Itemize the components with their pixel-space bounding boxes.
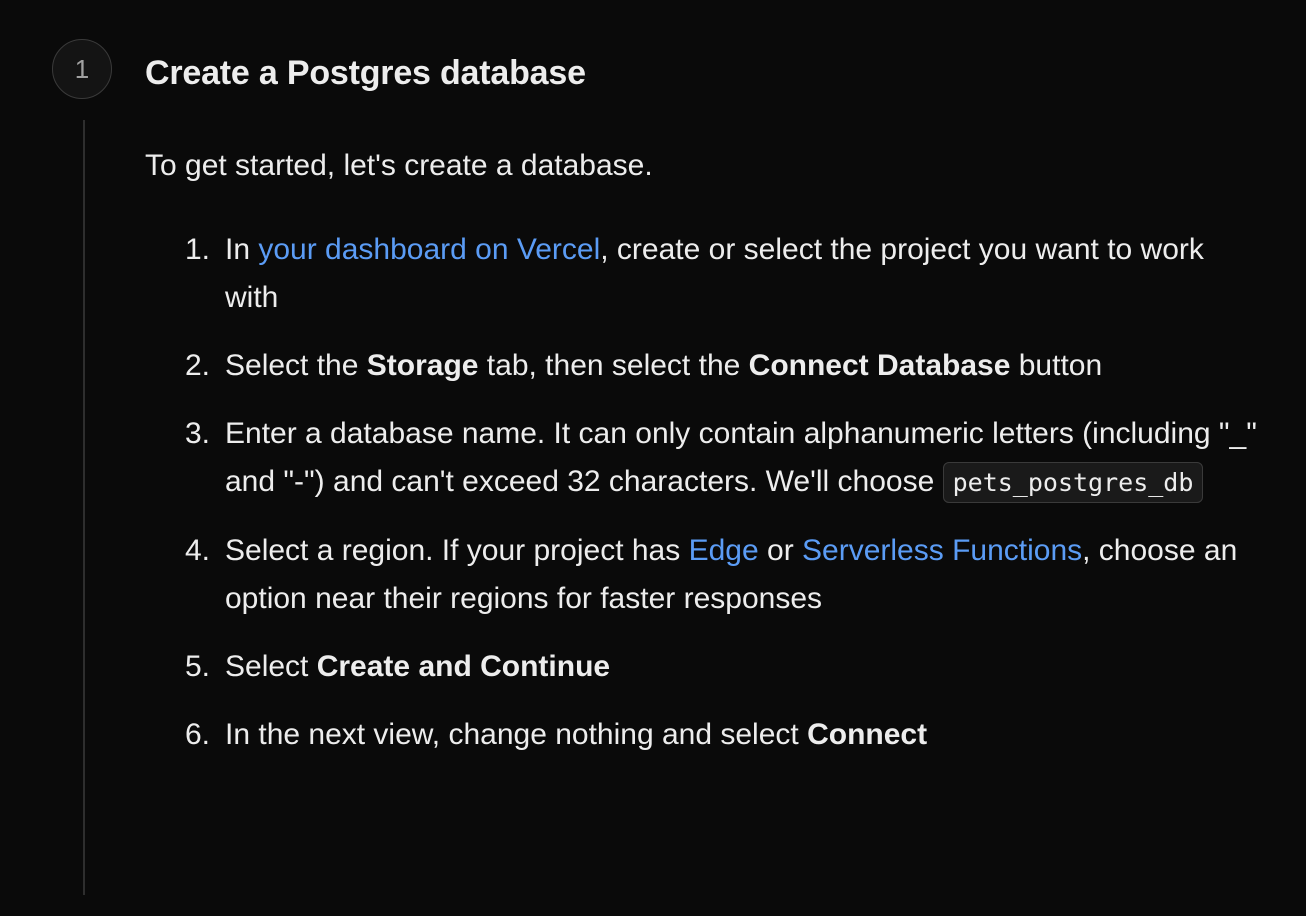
list-item: 2. Select the Storage tab, then select t… xyxy=(185,342,1265,390)
list-item: 6. In the next view, change nothing and … xyxy=(185,711,1265,759)
intro-text: To get started, let's create a database. xyxy=(145,149,653,182)
item-text: or xyxy=(758,534,803,567)
item-number: 4. xyxy=(185,534,211,567)
item-text: In the next view, change nothing and sel… xyxy=(225,718,808,751)
serverless-functions-link[interactable]: Serverless Functions xyxy=(802,534,1082,567)
instruction-list: 1. In your dashboard on Vercel, create o… xyxy=(185,226,1265,779)
item-number: 2. xyxy=(185,349,211,382)
edge-link[interactable]: Edge xyxy=(689,534,759,567)
timeline-line xyxy=(83,120,85,895)
list-item: 1. In your dashboard on Vercel, create o… xyxy=(185,226,1265,322)
item-text: button xyxy=(1010,349,1103,382)
item-text: In xyxy=(225,233,259,266)
step-title: Create a Postgres database xyxy=(145,54,586,92)
item-number: 6. xyxy=(185,718,211,751)
list-item: 3. Enter a database name. It can only co… xyxy=(185,410,1265,507)
list-item: 4. Select a region. If your project has … xyxy=(185,527,1265,623)
item-number: 5. xyxy=(185,650,211,683)
item-number: 1. xyxy=(185,233,211,266)
item-text: tab, then select the xyxy=(478,349,749,382)
item-text: Select the xyxy=(225,349,367,382)
list-item: 5. Select Create and Continue xyxy=(185,643,1265,691)
dashboard-link[interactable]: your dashboard on Vercel xyxy=(258,233,600,266)
step-number-badge: 1 xyxy=(52,39,112,99)
item-text: Select a region. If your project has xyxy=(225,534,689,567)
storage-emphasis: Storage xyxy=(366,349,479,382)
item-text: Select xyxy=(225,650,317,683)
connect-database-emphasis: Connect Database xyxy=(748,349,1011,382)
item-number: 3. xyxy=(185,417,211,450)
connect-emphasis: Connect xyxy=(807,718,928,751)
database-name-code: pets_postgres_db xyxy=(942,462,1204,503)
create-and-continue-emphasis: Create and Continue xyxy=(316,650,611,683)
